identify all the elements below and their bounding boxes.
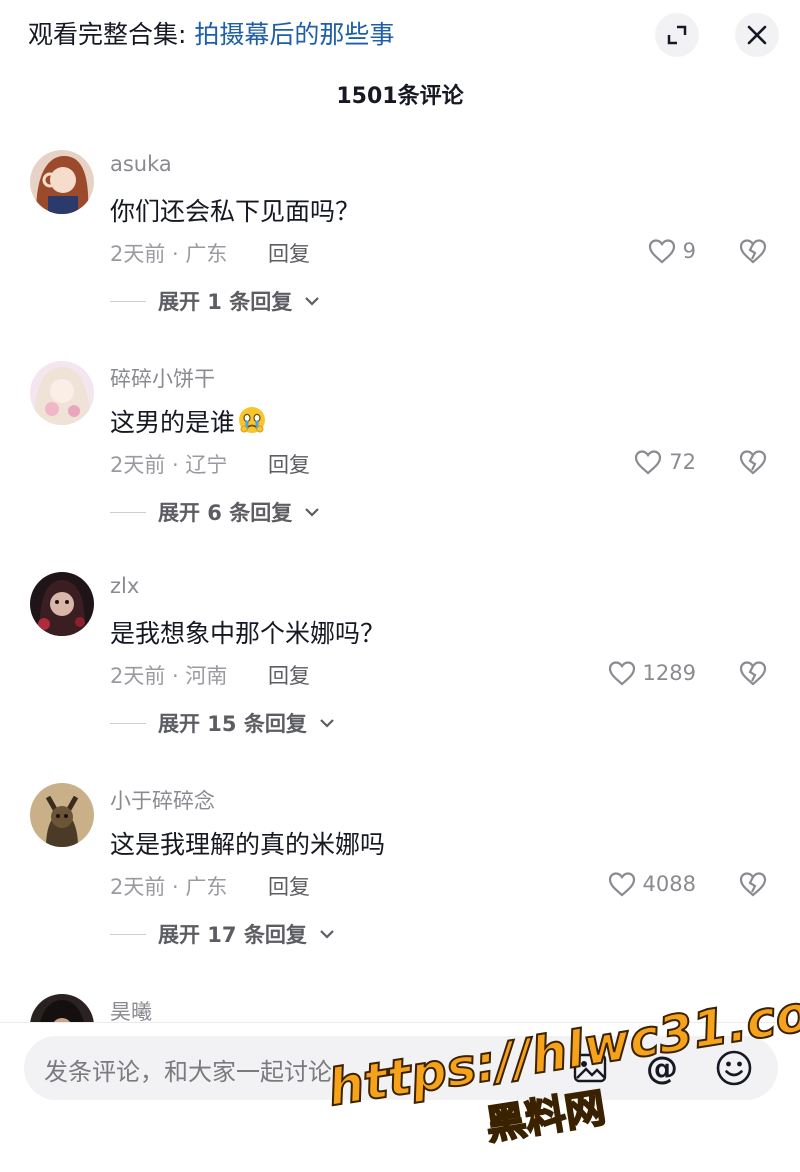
like-button[interactable]: 1289 bbox=[607, 658, 696, 688]
like-count: 1289 bbox=[642, 661, 696, 685]
time-location: 2天前 · 广东 bbox=[110, 875, 228, 899]
reply-button[interactable]: 回复 bbox=[268, 449, 310, 479]
heart-icon bbox=[608, 661, 635, 686]
dislike-button[interactable] bbox=[738, 447, 768, 481]
dislike-heart-icon bbox=[739, 450, 767, 475]
dislike-heart-icon bbox=[739, 661, 767, 686]
dislike-button[interactable] bbox=[738, 236, 768, 270]
avatar[interactable] bbox=[30, 361, 94, 425]
reply-button[interactable]: 回复 bbox=[268, 238, 310, 268]
expand-button[interactable] bbox=[655, 13, 699, 57]
dislike-button[interactable] bbox=[738, 658, 768, 692]
divider-line bbox=[110, 933, 146, 935]
comment-text-body: 这男的是谁 bbox=[110, 408, 236, 437]
like-count: 72 bbox=[669, 450, 696, 474]
crying-face-emoji-icon bbox=[239, 407, 266, 433]
heart-icon bbox=[648, 239, 675, 264]
comment-input-placeholder: 发条评论，和大家一起讨论 bbox=[44, 1058, 332, 1086]
comment-text: 是我想象中那个米娜吗？ bbox=[110, 619, 386, 648]
like-button[interactable]: 72 bbox=[633, 447, 696, 477]
comment-text: 这男的是谁 bbox=[110, 403, 267, 439]
dislike-heart-icon bbox=[739, 872, 767, 897]
like-button[interactable]: 9 bbox=[647, 236, 696, 266]
chevron-down-icon bbox=[305, 508, 320, 517]
heart-icon bbox=[608, 872, 635, 897]
dislike-heart-icon bbox=[739, 239, 767, 264]
expand-replies[interactable]: 展开 6 条回复 bbox=[110, 497, 320, 527]
close-icon bbox=[747, 25, 767, 45]
comment-text: 你们还会私下见面吗？ bbox=[110, 197, 361, 226]
time-location: 2天前 · 辽宁 bbox=[110, 453, 228, 477]
header: 观看完整合集: 拍摄幕后的那些事 bbox=[0, 0, 800, 70]
expand-replies[interactable]: 展开 15 条回复 bbox=[110, 708, 335, 738]
expand-replies-label: 展开 6 条回复 bbox=[158, 501, 293, 525]
like-count: 4088 bbox=[642, 872, 696, 896]
comment-count: 1501条评论 bbox=[336, 84, 464, 109]
reply-button[interactable]: 回复 bbox=[268, 871, 310, 901]
divider-line bbox=[110, 300, 146, 302]
divider-line bbox=[110, 511, 146, 513]
collection-title[interactable]: 拍摄幕后的那些事 bbox=[194, 20, 394, 49]
collection-prefix: 观看完整合集: bbox=[28, 20, 195, 49]
watch-collection-link[interactable]: 观看完整合集: 拍摄幕后的那些事 bbox=[28, 18, 394, 52]
comment-item: zlx 是我想象中那个米娜吗？ 2天前 · 河南 回复 1289 展开 15 条… bbox=[0, 562, 800, 762]
username[interactable]: 昊曦 bbox=[110, 996, 152, 1022]
heart-icon bbox=[635, 450, 662, 475]
chevron-down-icon bbox=[320, 719, 334, 728]
expand-replies[interactable]: 展开 1 条回复 bbox=[110, 286, 320, 316]
like-button[interactable]: 4088 bbox=[607, 869, 696, 899]
username[interactable]: asuka bbox=[110, 152, 172, 176]
avatar[interactable] bbox=[30, 994, 94, 1022]
comment-item: 小于碎碎念 这是我理解的真的米娜吗 2天前 · 广东 回复 4088 展开 17… bbox=[0, 773, 800, 973]
avatar[interactable] bbox=[30, 572, 94, 636]
username[interactable]: 小于碎碎念 bbox=[110, 785, 215, 815]
comment-item: 碎碎小饼干 这男的是谁 2天前 · 辽宁 回复 72 展开 6 条回复 bbox=[0, 351, 800, 551]
expand-replies-label: 展开 15 条回复 bbox=[158, 712, 307, 736]
comment-item: asuka 你们还会私下见面吗？ 2天前 · 广东 回复 9 展开 1 条回复 bbox=[0, 140, 800, 340]
chevron-down-icon bbox=[305, 297, 320, 306]
like-count: 9 bbox=[682, 239, 696, 263]
time-location: 2天前 · 广东 bbox=[110, 242, 228, 266]
avatar[interactable] bbox=[30, 150, 94, 214]
close-button[interactable] bbox=[735, 13, 779, 57]
avatar[interactable] bbox=[30, 783, 94, 847]
expand-replies-label: 展开 1 条回复 bbox=[158, 290, 293, 314]
reply-button[interactable]: 回复 bbox=[268, 660, 310, 690]
username[interactable]: zlx bbox=[110, 574, 139, 598]
expand-icon bbox=[667, 25, 687, 45]
time-location: 2天前 · 河南 bbox=[110, 664, 228, 688]
username[interactable]: 碎碎小饼干 bbox=[110, 363, 215, 393]
expand-replies-label: 展开 17 条回复 bbox=[158, 923, 307, 947]
expand-replies[interactable]: 展开 17 条回复 bbox=[110, 919, 335, 949]
comment-text: 这是我理解的真的米娜吗 bbox=[110, 830, 386, 859]
divider-line bbox=[110, 722, 146, 724]
dislike-button[interactable] bbox=[738, 869, 768, 903]
chevron-down-icon bbox=[320, 930, 334, 939]
comment-list[interactable]: asuka 你们还会私下见面吗？ 2天前 · 广东 回复 9 展开 1 条回复 … bbox=[0, 140, 800, 1022]
